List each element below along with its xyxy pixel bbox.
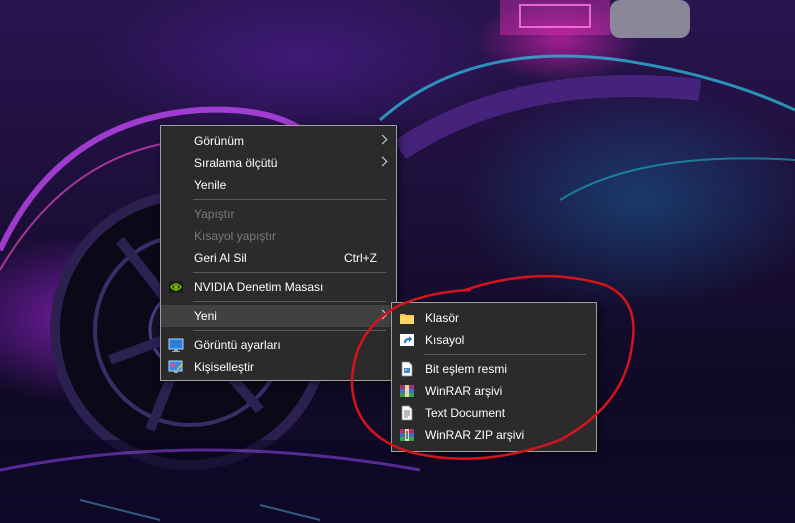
menu-item-undo-delete[interactable]: Geri Al Sil Ctrl+Z <box>161 247 396 269</box>
menu-item-label: Görüntü ayarları <box>194 338 281 352</box>
new-item-winrar-archive[interactable]: WinRAR arşivi <box>392 380 596 402</box>
menu-item-paste: Yapıştır <box>161 203 396 225</box>
menu-item-personalize[interactable]: Kişiselleştir <box>161 356 396 378</box>
menu-item-label: Text Document <box>425 406 506 420</box>
menu-item-refresh[interactable]: Yenile <box>161 174 396 196</box>
menu-item-label: WinRAR arşivi <box>425 384 503 398</box>
new-item-folder[interactable]: Klasör <box>392 307 596 329</box>
menu-separator <box>193 301 386 302</box>
chevron-right-icon <box>377 156 388 167</box>
menu-item-label: NVIDIA Denetim Masası <box>194 280 324 294</box>
menu-item-label: Yeni <box>194 309 217 323</box>
menu-item-label: Bit eşlem resmi <box>425 362 508 376</box>
folder-icon <box>400 314 414 324</box>
menu-item-paste-shortcut: Kısayol yapıştır <box>161 225 396 247</box>
menu-item-sort-by[interactable]: Sıralama ölçütü <box>161 152 396 174</box>
nvidia-icon <box>169 281 183 293</box>
menu-item-label: Görünüm <box>194 134 245 148</box>
chevron-right-icon <box>377 309 388 320</box>
menu-separator <box>193 330 386 331</box>
menu-item-label: Kişiselleştir <box>194 360 255 374</box>
menu-separator <box>193 272 386 273</box>
menu-item-display-settings[interactable]: Görüntü ayarları <box>161 334 396 356</box>
menu-item-label: Sıralama ölçütü <box>194 156 278 170</box>
bitmap-image-icon <box>401 361 413 377</box>
text-document-icon <box>401 405 413 421</box>
personalize-icon <box>168 360 183 373</box>
chevron-right-icon <box>377 134 388 145</box>
winrar-zip-icon <box>400 429 414 441</box>
menu-item-label: Kısayol <box>425 333 465 347</box>
display-settings-icon <box>168 338 184 352</box>
menu-item-label: WinRAR ZIP arşivi <box>425 428 525 442</box>
menu-item-label: Geri Al Sil <box>194 251 247 265</box>
desktop-context-menu: Görünüm Sıralama ölçütü Yenile Yapıştır … <box>160 125 397 381</box>
new-item-shortcut[interactable]: Kısayol <box>392 329 596 351</box>
new-item-winrar-zip-archive[interactable]: WinRAR ZIP arşivi <box>392 424 596 446</box>
menu-separator <box>193 199 386 200</box>
menu-separator <box>424 354 586 355</box>
menu-item-label: Yapıştır <box>194 207 235 221</box>
shortcut-icon <box>400 334 414 346</box>
menu-item-view[interactable]: Görünüm <box>161 130 396 152</box>
winrar-archive-icon <box>400 385 414 397</box>
menu-item-label: Klasör <box>425 311 460 325</box>
new-submenu: Klasör Kısayol Bit eşlem resmi WinRAR ar… <box>391 302 597 452</box>
new-item-text-document[interactable]: Text Document <box>392 402 596 424</box>
new-item-bitmap-image[interactable]: Bit eşlem resmi <box>392 358 596 380</box>
menu-item-new[interactable]: Yeni <box>161 305 396 327</box>
menu-item-nvidia-control-panel[interactable]: NVIDIA Denetim Masası <box>161 276 396 298</box>
menu-item-label: Yenile <box>194 178 227 192</box>
menu-item-label: Kısayol yapıştır <box>194 229 277 243</box>
menu-item-shortcut: Ctrl+Z <box>344 251 377 265</box>
